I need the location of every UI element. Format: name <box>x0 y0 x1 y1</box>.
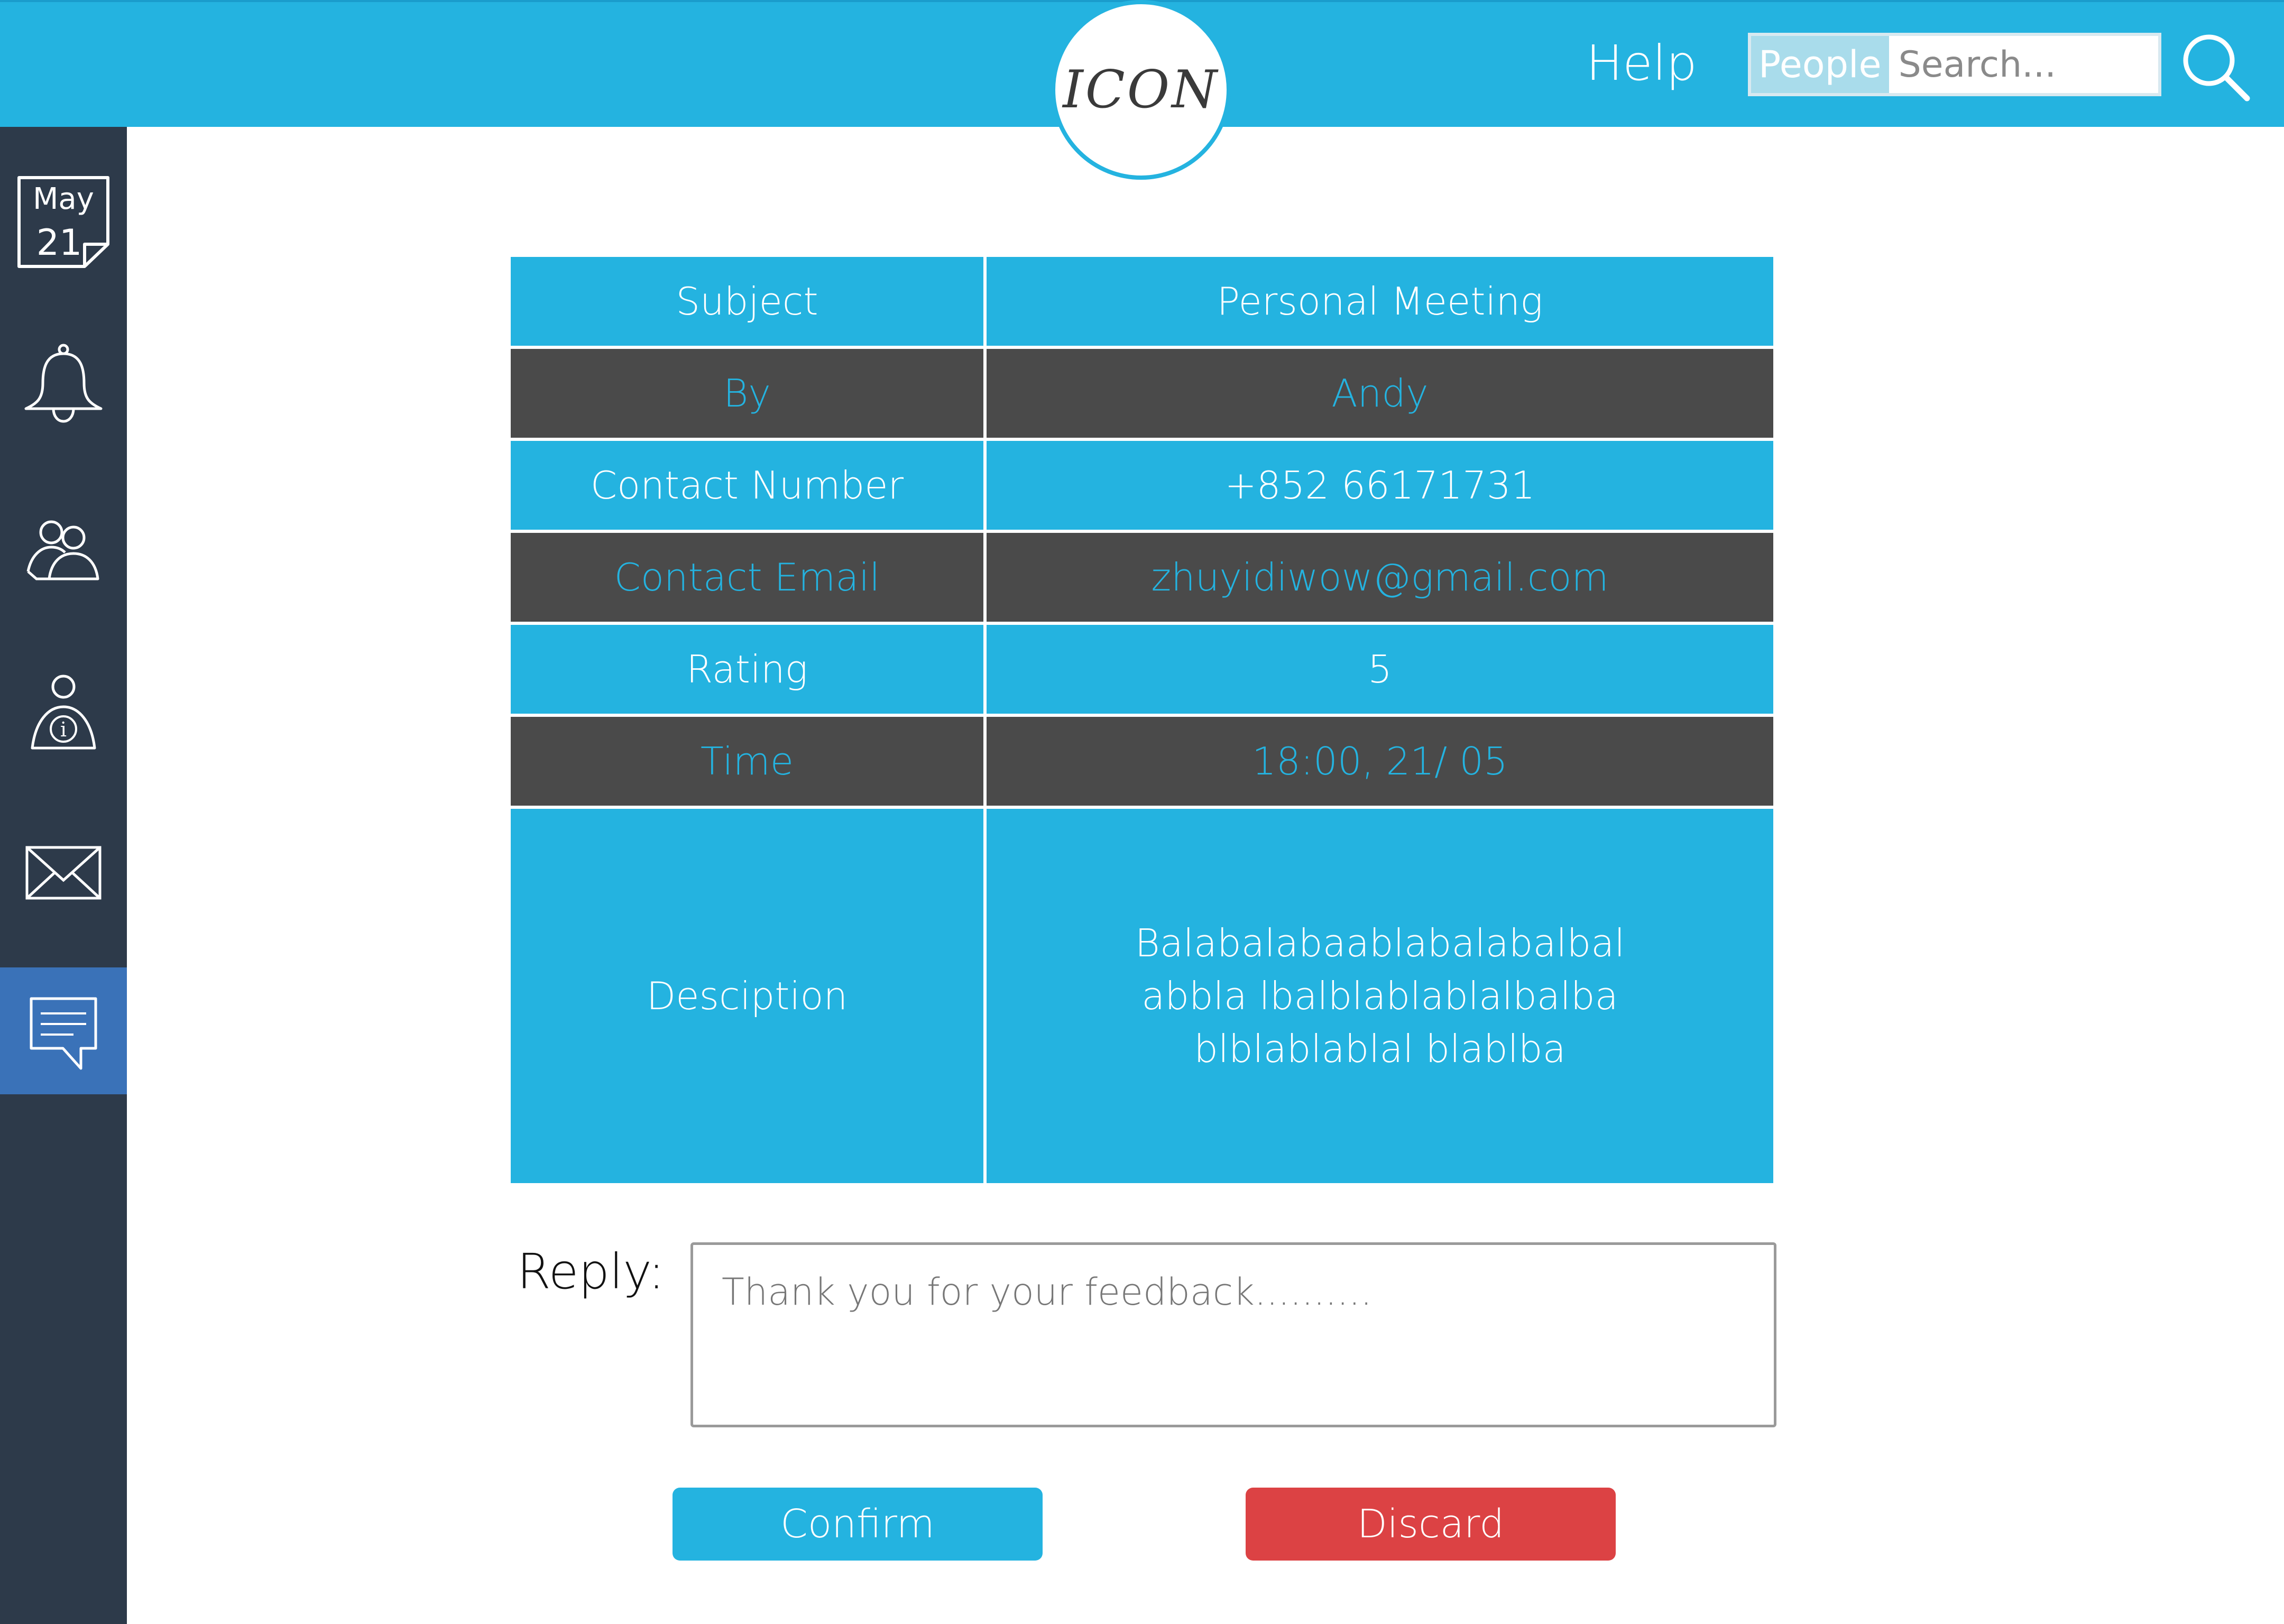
search-field[interactable]: People Search... <box>1748 33 2161 96</box>
table-row: Contact Email zhuyidiwow@gmail.com <box>508 530 1776 625</box>
time-value: 18:00, 21/ 05 <box>983 714 1776 809</box>
table-row: Rating 5 <box>508 622 1776 717</box>
search-input[interactable]: Search... <box>1889 44 2056 86</box>
description-label: Desciption <box>508 806 987 1186</box>
sidebar-item-messages[interactable] <box>0 967 127 1094</box>
table-row: Contact Number +852 66171731 <box>508 438 1776 533</box>
discard-button[interactable]: Discard <box>1246 1488 1616 1561</box>
people-icon <box>26 520 99 580</box>
calendar-day: 21 <box>36 222 82 264</box>
sidebar-item-calendar[interactable]: May 21 <box>0 159 127 285</box>
by-label: By <box>508 346 987 441</box>
logo-text: ICON <box>1063 60 1219 120</box>
table-row: Desciption Balabalabaablabalabalbalabbla… <box>508 806 1776 1186</box>
search-icon[interactable] <box>2178 30 2252 104</box>
table-row: By Andy <box>508 346 1776 441</box>
sidebar-item-profile-info[interactable]: i <box>0 650 127 777</box>
contact-number-value: +852 66171731 <box>983 438 1776 533</box>
sidebar-item-people[interactable] <box>0 486 127 613</box>
subject-label: Subject <box>508 254 987 349</box>
reply-input[interactable]: Thank you for your feedback.......... <box>690 1242 1776 1427</box>
sidebar-item-mail[interactable] <box>0 809 127 936</box>
search-scope-tag[interactable]: People <box>1751 36 1889 93</box>
time-label: Time <box>508 714 987 809</box>
calendar-icon: May 21 <box>17 176 110 269</box>
app-logo[interactable]: ICON <box>1051 0 1231 180</box>
sidebar-item-notifications[interactable] <box>0 322 127 449</box>
svg-text:i: i <box>60 718 67 741</box>
description-value: Balabalabaablabalabalbalabbla lbalblabla… <box>983 806 1776 1186</box>
confirm-button[interactable]: Confirm <box>673 1488 1043 1561</box>
rating-label: Rating <box>508 622 987 717</box>
table-row: Time 18:00, 21/ 05 <box>508 714 1776 809</box>
chat-icon <box>30 997 97 1070</box>
contact-email-value[interactable]: zhuyidiwow@gmail.com <box>983 530 1776 625</box>
bell-icon <box>24 344 103 423</box>
calendar-month: May <box>33 182 94 216</box>
subject-value: Personal Meeting <box>983 254 1776 349</box>
table-row: Subject Personal Meeting <box>508 254 1776 349</box>
meeting-details-table: Subject Personal Meeting By Andy Contact… <box>508 254 1776 1186</box>
mail-icon <box>25 846 102 900</box>
user-info-icon: i <box>31 675 96 750</box>
contact-number-label: Contact Number <box>508 438 987 533</box>
contact-email-label: Contact Email <box>508 530 987 625</box>
help-link[interactable]: Help <box>1586 35 1697 91</box>
rating-value: 5 <box>983 622 1776 717</box>
sidebar: May 21 i <box>0 127 127 1624</box>
reply-label: Reply: <box>517 1243 665 1300</box>
by-value: Andy <box>983 346 1776 441</box>
